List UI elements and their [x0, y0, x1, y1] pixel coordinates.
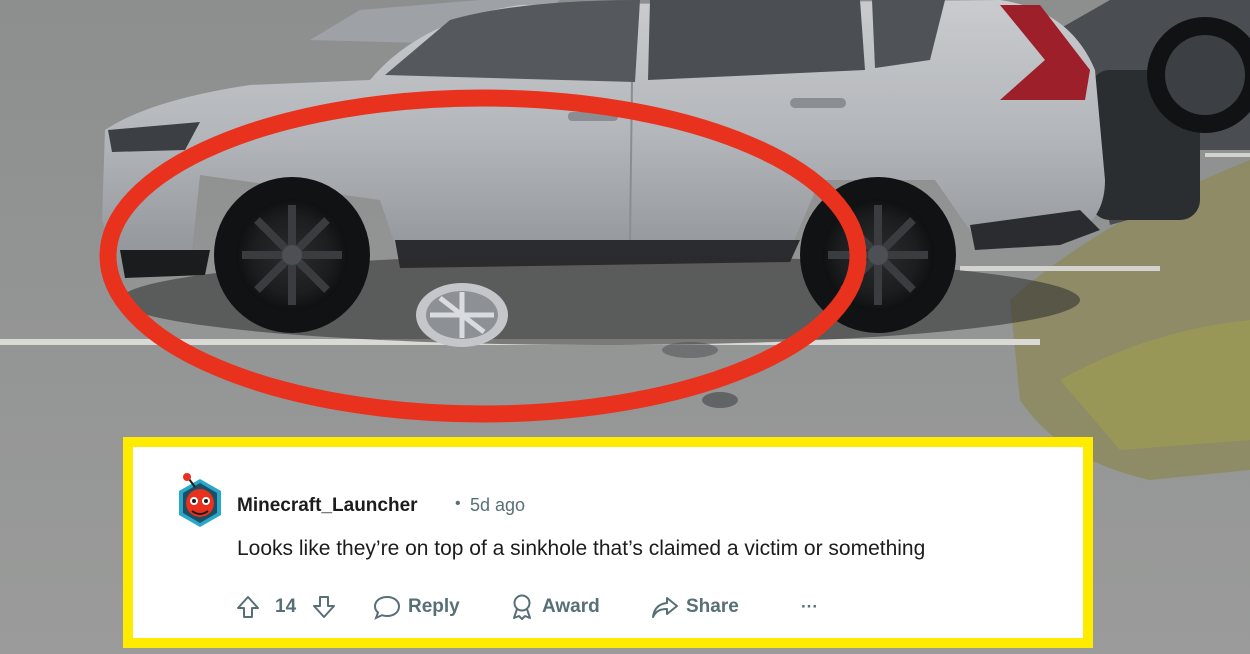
downvote-button[interactable]	[311, 587, 337, 627]
award-label: Award	[542, 596, 600, 617]
award-ribbon-icon	[513, 594, 531, 620]
share-label: Share	[686, 596, 739, 617]
avatar-icon	[179, 473, 221, 527]
vote-count: 14	[275, 596, 297, 617]
comment-card: Minecraft_Launcher • 5d ago Looks like t…	[123, 437, 1093, 648]
comment-body: Looks like they’re on top of a sinkhole …	[237, 537, 926, 560]
share-arrow-icon	[652, 597, 678, 618]
ellipsis-icon: ···	[801, 597, 818, 616]
arrow-up-icon	[237, 596, 259, 618]
award-button[interactable]: Award	[509, 587, 600, 627]
share-button[interactable]: Share	[651, 587, 739, 627]
comment-timestamp[interactable]: 5d ago	[470, 495, 525, 516]
arrow-down-icon	[313, 596, 335, 618]
reply-label: Reply	[408, 596, 460, 617]
more-options-button[interactable]: ···	[801, 587, 818, 627]
upvote-button[interactable]	[235, 587, 261, 627]
comment-username[interactable]: Minecraft_Launcher	[237, 495, 418, 517]
speech-bubble-icon	[373, 595, 401, 620]
meta-separator: •	[455, 495, 461, 512]
reply-button[interactable]: Reply	[373, 587, 460, 627]
